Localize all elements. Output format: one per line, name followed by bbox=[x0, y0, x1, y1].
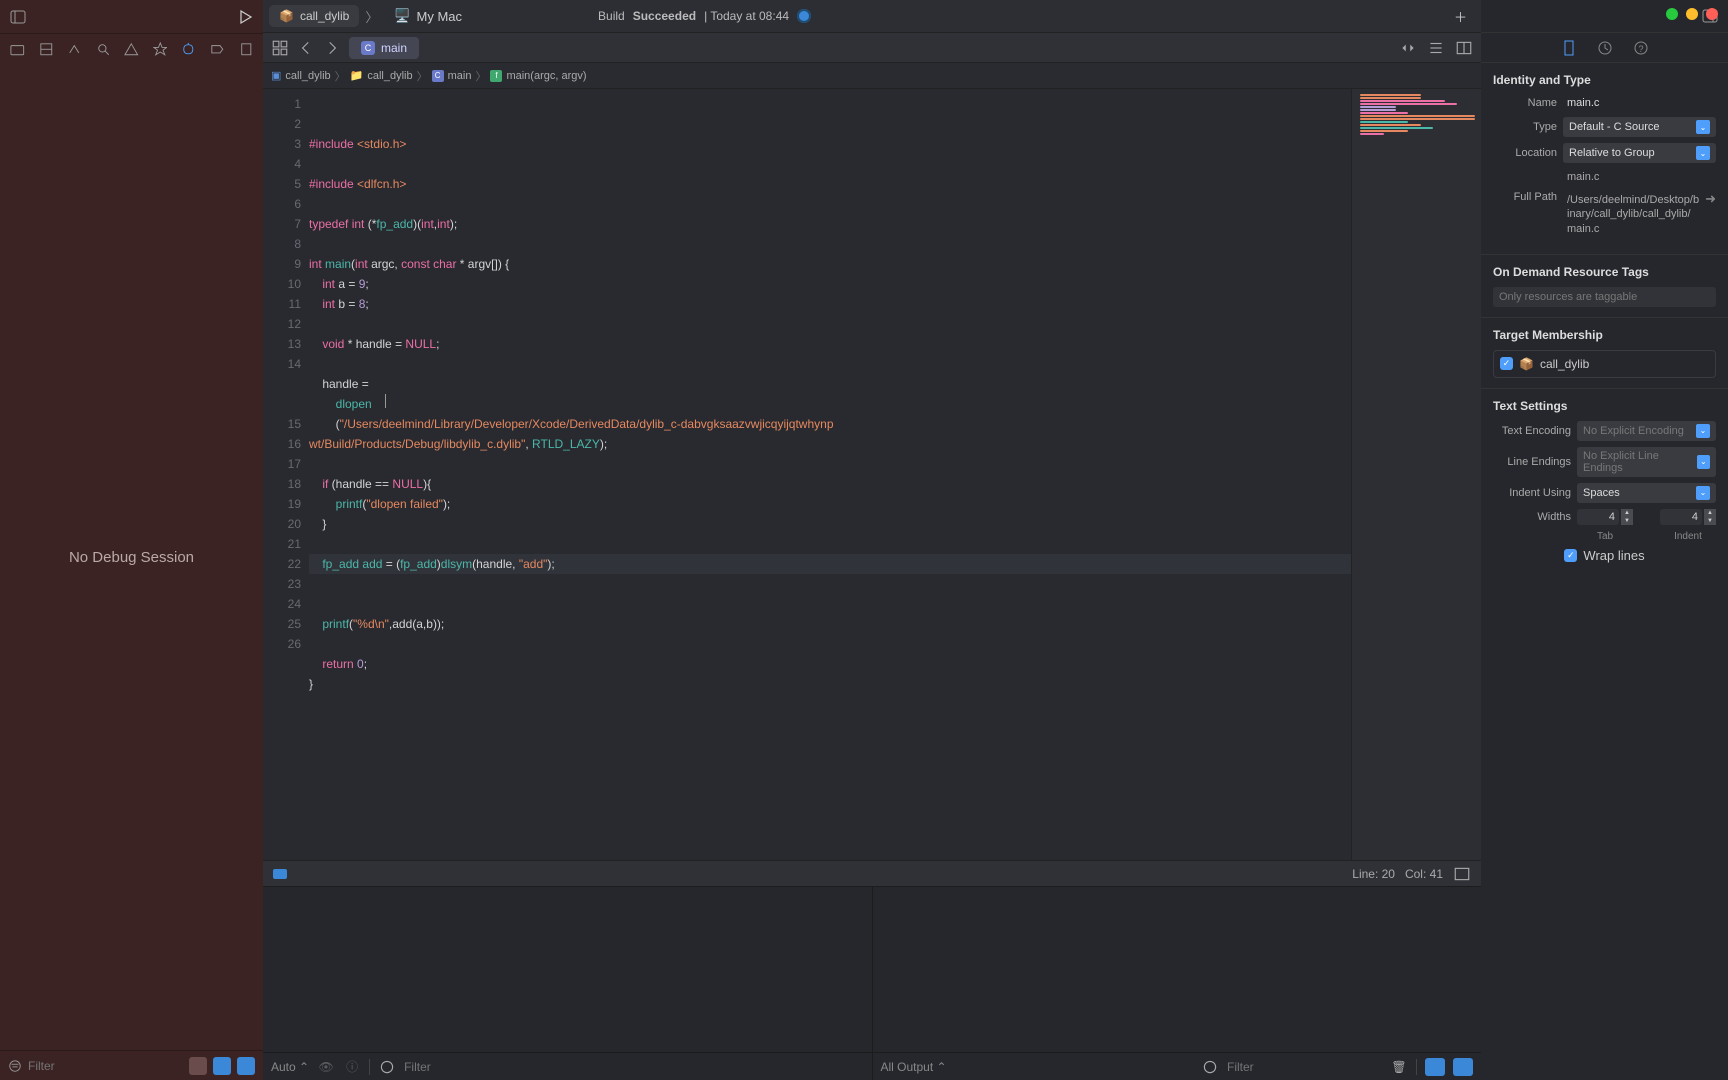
minimap[interactable] bbox=[1351, 89, 1481, 860]
line-endings-select[interactable]: No Explicit Line Endings⌄ bbox=[1577, 447, 1716, 477]
assistant-editor-icon[interactable] bbox=[1455, 39, 1473, 57]
navigator-icon-row bbox=[0, 33, 263, 65]
debug-eye-icon[interactable]: 👁 bbox=[317, 1058, 335, 1076]
indent-width-stepper[interactable]: 4 ▲▼ bbox=[1660, 509, 1716, 525]
traffic-light-minimize[interactable] bbox=[1686, 8, 1698, 20]
variables-filter-input[interactable] bbox=[404, 1060, 863, 1074]
svg-text:?: ? bbox=[1638, 44, 1643, 54]
source-editor[interactable]: #include <stdio.h> #include <dlfcn.h> ty… bbox=[309, 89, 1351, 860]
text-encoding-select[interactable]: No Explicit Encoding⌄ bbox=[1577, 421, 1716, 441]
folder-nav-icon[interactable] bbox=[10, 42, 25, 58]
console-view[interactable] bbox=[873, 887, 1482, 1052]
mac-icon: 🖥️ bbox=[394, 8, 410, 24]
nav-back-icon[interactable] bbox=[297, 39, 315, 57]
filter-toggle-1[interactable] bbox=[189, 1057, 207, 1075]
editor-tab[interactable]: C main bbox=[349, 37, 419, 59]
debug-filter2-icon[interactable] bbox=[1201, 1058, 1219, 1076]
ondemand-placeholder: Only resources are taggable bbox=[1493, 287, 1716, 307]
breakpoint-indicator[interactable] bbox=[273, 869, 287, 879]
navigator-filter-input[interactable] bbox=[28, 1059, 183, 1073]
history-inspector-tab[interactable] bbox=[1597, 40, 1613, 56]
cursor-line: Line: 20 bbox=[1352, 867, 1395, 881]
wrap-lines-checkbox[interactable]: ✓ bbox=[1564, 549, 1577, 562]
nav-forward-icon[interactable] bbox=[323, 39, 341, 57]
run-button[interactable] bbox=[237, 9, 253, 25]
auto-scope-selector[interactable]: Auto ⌃ bbox=[271, 1060, 309, 1074]
file-name-field[interactable]: main.c bbox=[1563, 95, 1716, 111]
location-file: main.c bbox=[1563, 169, 1716, 185]
indent-using-select[interactable]: Spaces⌄ bbox=[1577, 483, 1716, 503]
target-section-title: Target Membership bbox=[1493, 328, 1716, 342]
folder-icon: 📁 bbox=[350, 69, 364, 82]
editor-action-icon-1[interactable] bbox=[1399, 39, 1417, 57]
location-select[interactable]: Relative to Group⌄ bbox=[1563, 143, 1716, 163]
variables-view[interactable] bbox=[263, 887, 872, 1052]
identity-section-title: Identity and Type bbox=[1493, 73, 1716, 87]
traffic-light-zoom[interactable] bbox=[1666, 8, 1678, 20]
breakpoint-nav-icon[interactable] bbox=[210, 42, 225, 58]
filter-toggle-3[interactable] bbox=[237, 1057, 255, 1075]
help-inspector-tab[interactable]: ? bbox=[1633, 40, 1649, 56]
filter-toggle-2[interactable] bbox=[213, 1057, 231, 1075]
project-icon: ▣ bbox=[271, 69, 281, 82]
target-checkbox[interactable]: ✓ bbox=[1500, 357, 1513, 370]
ondemand-section-title: On Demand Resource Tags bbox=[1493, 265, 1716, 279]
related-items-icon[interactable] bbox=[271, 39, 289, 57]
file-inspector-tab[interactable] bbox=[1561, 40, 1577, 56]
breadcrumb-bar[interactable]: ▣call_dylib 〉 📁call_dylib 〉 Cmain 〉 fmai… bbox=[263, 63, 1481, 89]
cursor-col: Col: 41 bbox=[1405, 867, 1443, 881]
traffic-lights bbox=[1666, 8, 1718, 20]
nav-icon-3[interactable] bbox=[67, 42, 82, 58]
target-membership-item[interactable]: ✓ 📦 call_dylib bbox=[1493, 350, 1716, 378]
test-nav-icon[interactable] bbox=[153, 42, 168, 58]
run-destination[interactable]: 🖥️ My Mac bbox=[384, 5, 472, 27]
full-path: /Users/deelmind/Desktop/binary/call_dyli… bbox=[1563, 191, 1699, 238]
search-nav-icon[interactable] bbox=[96, 42, 111, 58]
file-type-select[interactable]: Default - C Source⌄ bbox=[1563, 117, 1716, 137]
debug-filter-icon[interactable] bbox=[378, 1058, 396, 1076]
warning-nav-icon[interactable] bbox=[124, 42, 139, 58]
target-app-icon: 📦 bbox=[1519, 357, 1534, 371]
traffic-light-close[interactable] bbox=[1706, 8, 1718, 20]
c-file-icon: C bbox=[361, 41, 375, 55]
reveal-path-icon[interactable]: ➜ bbox=[1705, 191, 1716, 207]
debug-session-empty: No Debug Session bbox=[0, 65, 263, 1050]
console-filter-input[interactable] bbox=[1227, 1060, 1382, 1074]
nav-icon-2[interactable] bbox=[39, 42, 54, 58]
output-mode-selector[interactable]: All Output ⌃ bbox=[881, 1060, 947, 1074]
scheme-selector[interactable]: 📦 call_dylib bbox=[269, 5, 359, 27]
editor-area: 📦 call_dylib 〉 🖥️ My Mac Build Succeeded… bbox=[263, 0, 1481, 1080]
sidebar-toggle-icon[interactable] bbox=[10, 9, 26, 25]
add-tab-button[interactable]: ＋ bbox=[1446, 3, 1475, 30]
debug-nav-icon[interactable] bbox=[181, 42, 196, 58]
report-nav-icon[interactable] bbox=[239, 42, 254, 58]
inspector-panel: ? Identity and Type Name main.c Type Def… bbox=[1481, 0, 1728, 1080]
debug-navigator-panel: No Debug Session bbox=[0, 0, 263, 1080]
editor-layout-icon[interactable] bbox=[1453, 865, 1471, 883]
debug-pane-right-toggle[interactable] bbox=[1453, 1058, 1473, 1076]
line-number-gutter[interactable]: 1234567891011121314 15161718192021222324… bbox=[263, 89, 309, 860]
editor-options-icon[interactable] bbox=[1427, 39, 1445, 57]
debug-pane-left-toggle[interactable] bbox=[1425, 1058, 1445, 1076]
cloud-status-icon bbox=[797, 9, 811, 23]
debug-area: Auto ⌃ 👁 ⓘ All Output ⌃ 🗑 bbox=[263, 886, 1481, 1080]
build-status: Build Succeeded | Today at 08:44 bbox=[598, 9, 811, 23]
debug-info-icon[interactable]: ⓘ bbox=[343, 1058, 361, 1076]
text-settings-title: Text Settings bbox=[1493, 399, 1716, 413]
app-icon: 📦 bbox=[279, 9, 294, 23]
function-icon: f bbox=[490, 70, 502, 82]
clear-console-icon[interactable]: 🗑 bbox=[1390, 1058, 1408, 1076]
tab-width-stepper[interactable]: 4 ▲▼ bbox=[1577, 509, 1633, 525]
c-file-crumb-icon: C bbox=[432, 70, 444, 82]
filter-icon[interactable] bbox=[8, 1059, 22, 1073]
